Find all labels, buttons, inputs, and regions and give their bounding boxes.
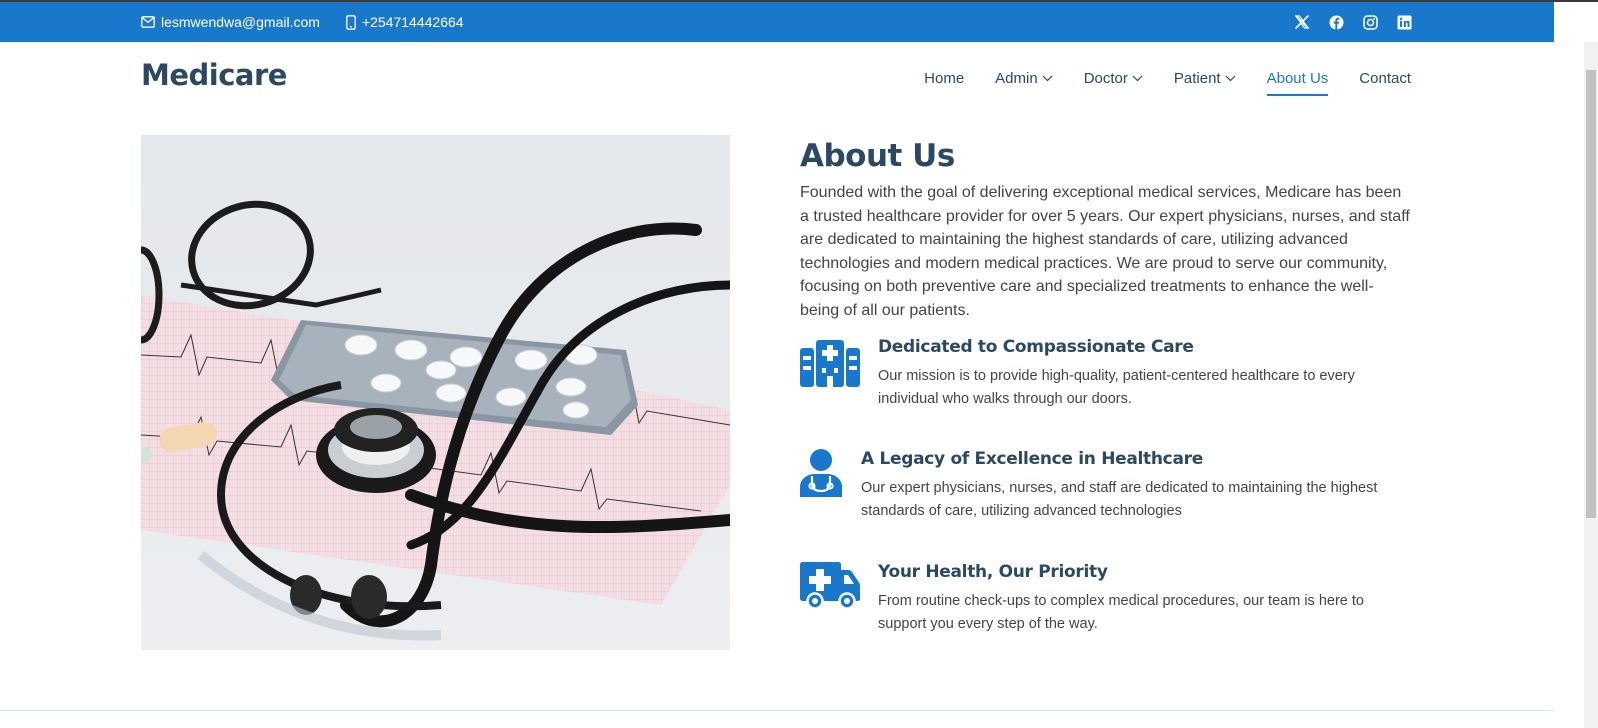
top-bar: lesmwendwa@gmail.com +254714442664 [0, 2, 1554, 42]
scrollbar-thumb[interactable] [1586, 70, 1596, 518]
feature-title: A Legacy of Excellence in Healthcare [861, 449, 1203, 469]
facebook-icon[interactable] [1328, 14, 1344, 30]
feature-text: Our mission is to provide high-quality, … [878, 368, 1355, 407]
section-divider [0, 710, 1554, 711]
feature-title: Dedicated to Compassionate Care [878, 337, 1194, 357]
nav-home[interactable]: Home [924, 60, 964, 96]
instagram-icon[interactable] [1362, 14, 1378, 30]
ambulance-icon [800, 562, 878, 635]
site-header: Medicare Home Admin Doctor Patient About… [0, 42, 1554, 114]
email-contact[interactable]: lesmwendwa@gmail.com [141, 14, 320, 30]
nav-admin[interactable]: Admin [995, 60, 1053, 96]
doctor-icon [800, 449, 861, 522]
about-description: Founded with the goal of delivering exce… [800, 184, 1410, 319]
nav-home-label: Home [924, 69, 965, 87]
about-image [141, 135, 730, 650]
phone-text: +254714442664 [361, 14, 464, 30]
social-links [1276, 2, 1412, 42]
nav-contact[interactable]: Contact [1359, 60, 1411, 96]
nav-admin-label: Admin [995, 69, 1038, 87]
chevron-down-icon [1225, 75, 1236, 81]
feature-text: From routine check-ups to complex medica… [878, 593, 1364, 632]
envelope-icon [141, 16, 155, 28]
phone-contact[interactable]: +254714442664 [346, 14, 464, 30]
nav-contact-label: Contact [1359, 69, 1411, 87]
nav-about-us-label: About Us [1266, 69, 1329, 87]
feature-title: Your Health, Our Priority [878, 562, 1108, 582]
site-logo[interactable]: Medicare [141, 58, 287, 92]
vertical-scrollbar[interactable] [1584, 42, 1598, 728]
phone-icon [346, 14, 356, 30]
x-twitter-icon[interactable] [1294, 14, 1310, 30]
main-nav: Home Admin Doctor Patient About Us Conta… [893, 42, 1411, 114]
nav-about-us[interactable]: About Us [1266, 60, 1329, 96]
feature-item: A Legacy of Excellence in Healthcare Our… [800, 449, 1412, 522]
about-title: About Us [800, 138, 955, 174]
linkedin-icon[interactable] [1396, 14, 1412, 30]
feature-text: Our expert physicians, nurses, and staff… [861, 480, 1378, 519]
email-text: lesmwendwa@gmail.com [161, 14, 320, 30]
feature-item: Dedicated to Compassionate Care Our miss… [800, 337, 1412, 410]
nav-patient-label: Patient [1173, 69, 1221, 87]
contact-info: lesmwendwa@gmail.com +254714442664 [141, 2, 490, 42]
hospital-icon [800, 337, 878, 410]
nav-patient[interactable]: Patient [1174, 60, 1236, 96]
nav-doctor[interactable]: Doctor [1084, 60, 1143, 96]
chevron-down-icon [1132, 75, 1143, 81]
chevron-down-icon [1042, 75, 1053, 81]
nav-doctor-label: Doctor [1083, 69, 1128, 87]
feature-item: Your Health, Our Priority From routine c… [800, 562, 1412, 635]
about-content: About Us Founded with the goal of delive… [800, 135, 1412, 323]
